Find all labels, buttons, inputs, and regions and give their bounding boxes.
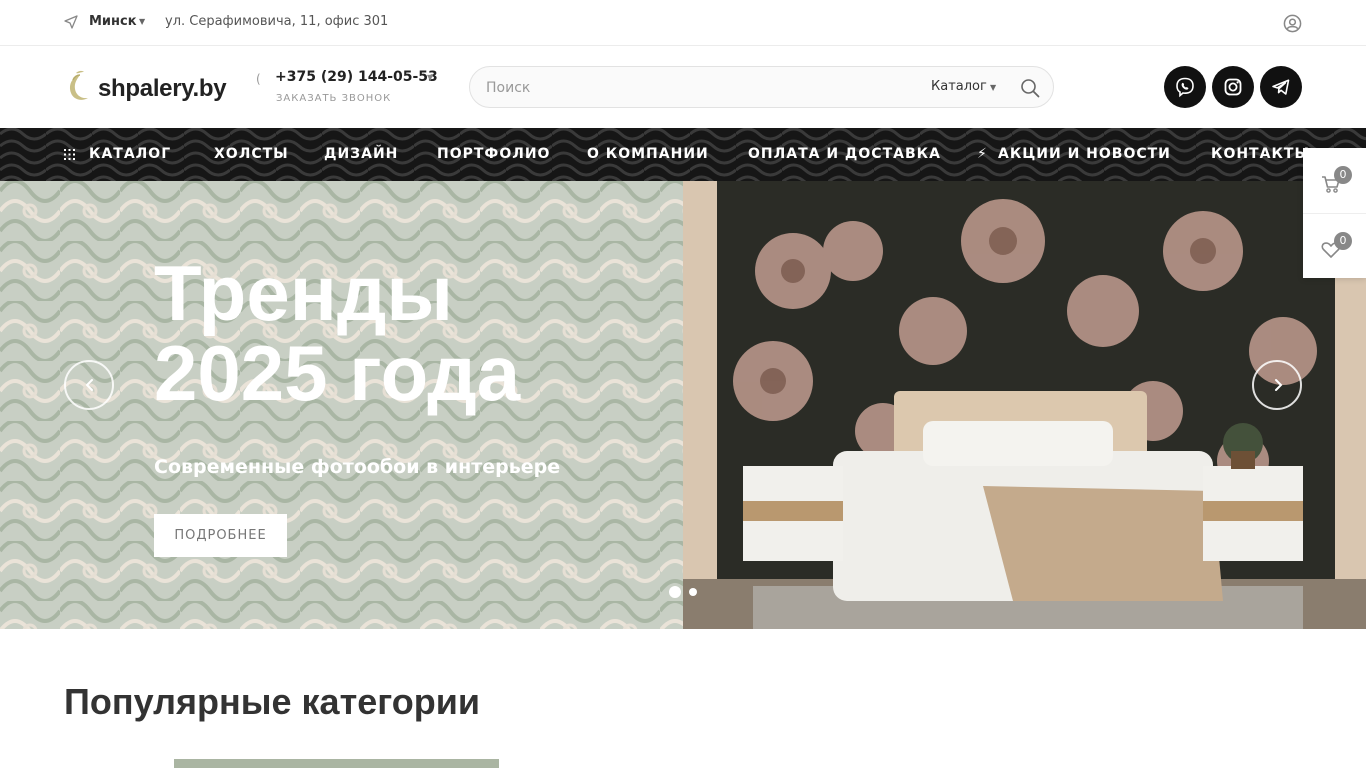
main-nav: КАТАЛОГ ХОЛСТЫ ДИЗАЙН ПОРТФОЛИО О КОМПАН… xyxy=(0,128,1366,181)
site-logo[interactable]: shpalery.by xyxy=(64,69,244,105)
callback-link[interactable]: ЗАКАЗАТЬ ЗВОНОК xyxy=(276,93,391,104)
telegram-button[interactable] xyxy=(1260,66,1302,108)
catalog-grid-icon xyxy=(64,149,75,160)
viber-icon xyxy=(1176,77,1194,98)
category-card-image[interactable] xyxy=(174,759,499,768)
hero-subtitle: Современные фотообои в интерьере xyxy=(154,456,561,478)
search-scope-select[interactable]: Каталог xyxy=(931,79,987,94)
popular-categories-title: Популярные категории xyxy=(64,681,480,722)
instagram-icon xyxy=(1224,78,1242,96)
top-bar: Минск ▼ ул. Серафимовича, 11, офис 301 xyxy=(0,0,1366,46)
phone-number[interactable]: +375 (29) 144-05-53 xyxy=(275,69,438,85)
hero-slider: Тренды 2025 года Современные фотообои в … xyxy=(0,181,1366,629)
office-address: ул. Серафимовича, 11, офис 301 xyxy=(165,14,389,29)
telegram-icon xyxy=(1272,79,1290,95)
search-icon[interactable] xyxy=(1019,77,1041,99)
side-widget: 0 0 xyxy=(1303,148,1366,278)
slider-prev-button[interactable] xyxy=(64,360,114,410)
chevron-left-icon xyxy=(85,379,93,391)
nav-item-portfolio[interactable]: ПОРТФОЛИО xyxy=(437,146,550,162)
header: shpalery.by ( +375 (29) 144-05-53 ▼ ЗАКА… xyxy=(0,47,1366,128)
chevron-down-icon[interactable]: ▼ xyxy=(427,73,433,82)
slider-dot-active[interactable] xyxy=(669,586,681,598)
lightning-icon: ⚡ xyxy=(977,146,987,162)
slider-next-button[interactable] xyxy=(1252,360,1302,410)
slider-dot[interactable] xyxy=(689,588,697,596)
user-account-icon[interactable] xyxy=(1283,14,1302,33)
nav-item-about[interactable]: О КОМПАНИИ xyxy=(587,146,709,162)
nav-item-catalog[interactable]: КАТАЛОГ xyxy=(89,146,171,162)
chevron-right-icon xyxy=(1275,379,1283,391)
cart-button[interactable]: 0 xyxy=(1303,148,1366,213)
viber-button[interactable] xyxy=(1164,66,1206,108)
favorites-button[interactable]: 0 xyxy=(1303,213,1366,278)
hero-title: Тренды 2025 года xyxy=(154,253,520,413)
hero-title-line-2: 2025 года xyxy=(154,329,521,417)
favorites-count-badge: 0 xyxy=(1334,232,1352,250)
nav-item-canvases[interactable]: ХОЛСТЫ xyxy=(214,146,289,162)
chevron-down-icon: ▼ xyxy=(139,17,146,26)
nav-item-payment-delivery[interactable]: ОПЛАТА И ДОСТАВКА xyxy=(748,146,941,162)
phone-icon: ( xyxy=(256,72,261,86)
nav-item-contacts[interactable]: КОНТАКТЫ xyxy=(1211,146,1310,162)
location-arrow-icon xyxy=(64,15,78,29)
logo-text: shpalery.by xyxy=(98,75,227,102)
nav-item-promotions-news[interactable]: АКЦИИ И НОВОСТИ xyxy=(998,146,1171,162)
more-details-button[interactable]: ПОДРОБНЕЕ xyxy=(154,514,287,557)
cart-count-badge: 0 xyxy=(1334,166,1352,184)
city-selector[interactable]: Минск xyxy=(89,14,137,29)
nav-item-design[interactable]: ДИЗАЙН xyxy=(324,146,398,162)
search-bar: Каталог ▼ xyxy=(469,66,1054,108)
logo-mark-icon xyxy=(70,70,88,100)
hero-title-line-1: Тренды xyxy=(154,249,453,337)
search-input[interactable] xyxy=(486,77,886,99)
chevron-down-icon: ▼ xyxy=(990,83,997,92)
instagram-button[interactable] xyxy=(1212,66,1254,108)
